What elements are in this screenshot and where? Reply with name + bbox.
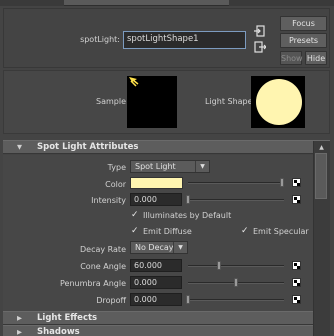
scroll-up-icon[interactable]: ▲ — [317, 143, 326, 152]
section-spot-light-attributes[interactable]: ▼ Spot Light Attributes — [3, 140, 330, 154]
color-label: Color — [105, 180, 126, 189]
light-shape-preview — [256, 79, 302, 125]
color-slider-track[interactable] — [188, 182, 282, 184]
color-swatch[interactable] — [130, 177, 183, 189]
type-dropdown[interactable]: Spot Light ▼ — [130, 160, 210, 173]
emit-diffuse-label: Emit Diffuse — [143, 227, 192, 236]
decay-rate-label: Decay Rate — [79, 245, 126, 254]
chevron-down-icon: ▼ — [173, 242, 187, 253]
chevron-down-icon: ▼ — [195, 161, 209, 172]
expand-arrow-icon: ▶ — [17, 314, 22, 322]
node-tab[interactable] — [64, 0, 229, 6]
dropoff-label: Dropoff — [96, 296, 126, 305]
intensity-map-button-icon[interactable] — [292, 195, 301, 204]
focus-button[interactable]: Focus — [280, 16, 327, 31]
dropoff-slider-track[interactable] — [188, 299, 284, 301]
color-slider-handle[interactable] — [280, 178, 284, 187]
node-type-label: spotLight: — [80, 35, 120, 44]
cone-angle-slider-track[interactable] — [188, 265, 284, 267]
light-shape-label: Light Shape — [205, 97, 253, 106]
emit-specular-checkbox-icon[interactable]: ✓ — [241, 226, 249, 236]
intensity-slider-track[interactable] — [188, 199, 284, 201]
cone-angle-map-button-icon[interactable] — [292, 261, 301, 270]
penumbra-angle-slider-handle[interactable] — [234, 278, 238, 287]
show-button[interactable]: Show — [280, 51, 303, 65]
penumbra-angle-map-button-icon[interactable] — [292, 278, 301, 287]
section-shadows[interactable]: ▶ Shadows — [3, 325, 330, 336]
illuminates-label: Illuminates by Default — [143, 211, 232, 220]
dropoff-slider-handle[interactable] — [186, 295, 190, 304]
intensity-slider-handle[interactable] — [186, 195, 190, 204]
collapse-arrow-icon: ▼ — [17, 143, 22, 151]
output-connections-icon[interactable] — [254, 41, 267, 53]
dropoff-map-button-icon[interactable] — [292, 295, 301, 304]
cone-angle-label: Cone Angle — [80, 262, 126, 271]
light-bulb-icon — [127, 76, 141, 90]
input-connections-icon[interactable] — [254, 25, 266, 37]
emit-diffuse-checkbox-icon[interactable]: ✓ — [131, 226, 139, 236]
penumbra-angle-field[interactable]: 0.000 — [130, 276, 182, 289]
cone-angle-field[interactable]: 60.000 — [130, 259, 182, 272]
emit-specular-label: Emit Specular — [253, 227, 309, 236]
node-name-field[interactable]: spotLightShape1 — [123, 31, 246, 49]
penumbra-angle-label: Penumbra Angle — [60, 279, 126, 288]
intensity-label: Intensity — [91, 196, 126, 205]
expand-arrow-icon: ▶ — [17, 328, 22, 336]
cone-angle-slider-handle[interactable] — [217, 261, 221, 270]
illuminates-checkbox-icon[interactable]: ✓ — [131, 210, 139, 220]
scrollbar-thumb[interactable] — [315, 153, 327, 199]
presets-button[interactable]: Presets — [280, 33, 327, 48]
color-map-button-icon[interactable] — [292, 178, 301, 187]
intensity-field[interactable]: 0.000 — [130, 193, 182, 206]
sample-label: Sample — [96, 97, 126, 106]
section-light-effects[interactable]: ▶ Light Effects — [3, 311, 330, 325]
hide-button[interactable]: Hide — [305, 51, 327, 65]
decay-rate-dropdown[interactable]: No Decay ▼ — [130, 241, 188, 254]
type-label: Type — [107, 163, 126, 172]
dropoff-field[interactable]: 0.000 — [130, 293, 182, 306]
